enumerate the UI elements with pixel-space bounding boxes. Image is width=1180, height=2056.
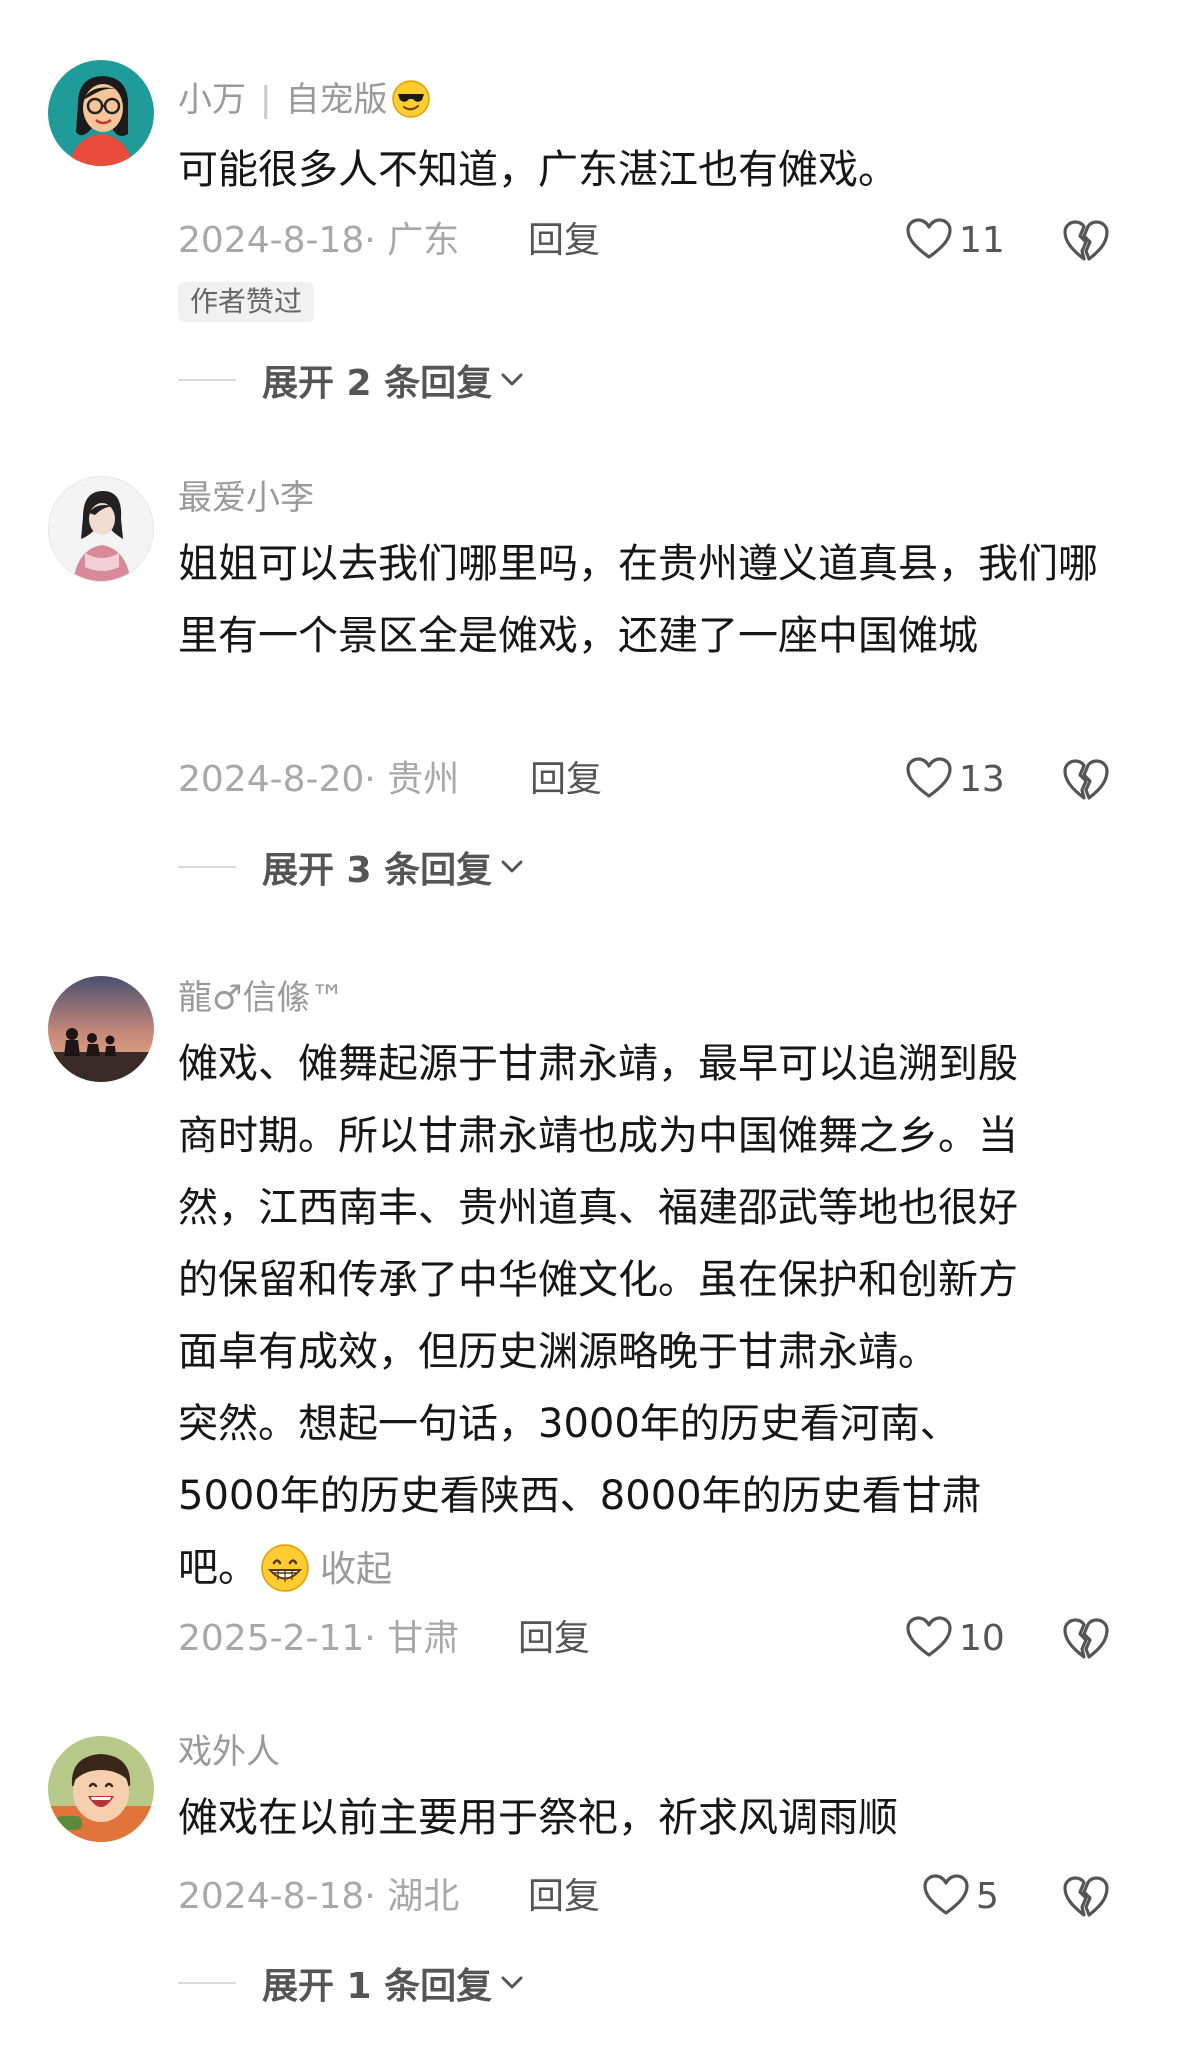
avatar[interactable] [48,476,154,582]
dislike-button[interactable] [1062,1874,1110,1920]
reply-button[interactable]: 回复 [518,1614,590,1664]
comment-date-location: 2025-2-11· 甘肃 [178,1618,460,1659]
heart-outline-icon [905,1615,953,1663]
like-count: 11 [959,220,1005,261]
like-count: 5 [976,1876,999,1917]
reply-button[interactable]: 回复 [528,1872,600,1922]
broken-heart-icon [1062,759,1110,807]
avatar[interactable] [48,976,154,1082]
expand-replies-label: 展开 2 条回复 [262,363,493,404]
comment-author[interactable]: 最爱小李 [178,476,314,520]
chevron-down-icon [500,859,524,875]
comment-text-line: 傩戏、傩舞起源于甘肃永靖，最早可以追溯到殷 [178,1041,1018,1087]
avatar[interactable] [48,60,154,166]
avatar[interactable] [48,1736,154,1842]
comment-text-line: 面卓有成效，但历史渊源略晚于甘肃永靖。 [178,1329,938,1375]
divider-line [178,1982,236,1984]
username[interactable]: 小万 [178,80,246,120]
comment-text-line: 突然。想起一句话，3000年的历史看河南、 [178,1401,960,1447]
broken-heart-icon [1062,1876,1110,1924]
like-button[interactable]: 10 [905,1614,1005,1664]
chevron-down-icon [500,1975,524,1991]
chevron-down-icon [500,372,524,388]
expand-replies-button[interactable]: 展开 1 条回复 [178,1958,524,2008]
heart-outline-icon [922,1873,970,1921]
comment-text-last-line: 吧。 收起 [178,1532,1098,1616]
like-count: 13 [959,759,1005,800]
user-tag: 自宠版 [285,80,388,120]
comment-text: 傩戏、傩舞起源于甘肃永靖，最早可以追溯到殷 商时期。所以甘肃永靖也成为中国傩舞之… [178,1028,1098,1616]
comment-date-location: 2024-8-20· 贵州 [178,759,460,800]
name-separator: | [260,80,272,120]
comment-text-line: 的保留和传承了中华傩文化。虽在保护和创新方 [178,1257,1018,1303]
dislike-button[interactable] [1062,1616,1110,1662]
expand-replies-label: 展开 1 条回复 [262,1966,493,2007]
like-count: 10 [959,1618,1005,1659]
reply-button[interactable]: 回复 [530,755,602,805]
divider-line [178,379,236,381]
comment-text-line: 吧。 [178,1545,258,1591]
comment-text: 姐姐可以去我们哪里吗，在贵州遵义道真县，我们哪里有一个景区全是傩戏，还建了一座中… [178,541,1098,659]
expand-replies-button[interactable]: 展开 2 条回复 [178,355,524,405]
expand-replies-button[interactable]: 展开 3 条回复 [178,842,524,892]
dislike-button[interactable] [1062,757,1110,803]
dislike-button[interactable] [1062,218,1110,264]
username[interactable]: 戏外人 [178,1732,280,1772]
broken-heart-icon [1062,220,1110,268]
comment-date-location: 2024-8-18· 广东 [178,220,460,261]
comment-author[interactable]: 戏外人 [178,1730,280,1774]
sunglasses-emoji-icon [391,79,431,130]
comment-text-line: 5000年的历史看陕西、8000年的历史看甘肃 [178,1473,982,1519]
comment-author[interactable]: 小万 | 自宠版 [178,78,431,130]
expand-replies-label: 展开 3 条回复 [262,850,493,891]
username[interactable]: 龍♂信絛™ [178,978,344,1018]
divider-line [178,866,236,868]
heart-outline-icon [905,756,953,804]
like-button[interactable]: 13 [905,755,1005,805]
comment-date-location: 2024-8-18· 湖北 [178,1876,460,1917]
comment-text-line: 商时期。所以甘肃永靖也成为中国傩舞之乡。当 [178,1113,1018,1159]
comment-text-line: 然，江西南丰、贵州道真、福建邵武等地也很好 [178,1185,1018,1231]
grin-emoji-icon [260,1543,310,1616]
heart-outline-icon [905,217,953,265]
like-button[interactable]: 5 [922,1872,999,1922]
username[interactable]: 最爱小李 [178,478,314,518]
like-button[interactable]: 11 [905,216,1005,266]
comment-text: 可能很多人不知道，广东湛江也有傩戏。 [178,147,898,193]
collapse-button[interactable]: 收起 [320,1549,392,1590]
broken-heart-icon [1062,1618,1110,1666]
comment-author[interactable]: 龍♂信絛™ [178,976,344,1020]
author-liked-badge: 作者赞过 [178,282,315,322]
comment-text: 傩戏在以前主要用于祭祀，祈求风调雨顺 [178,1795,898,1841]
reply-button[interactable]: 回复 [528,216,600,266]
